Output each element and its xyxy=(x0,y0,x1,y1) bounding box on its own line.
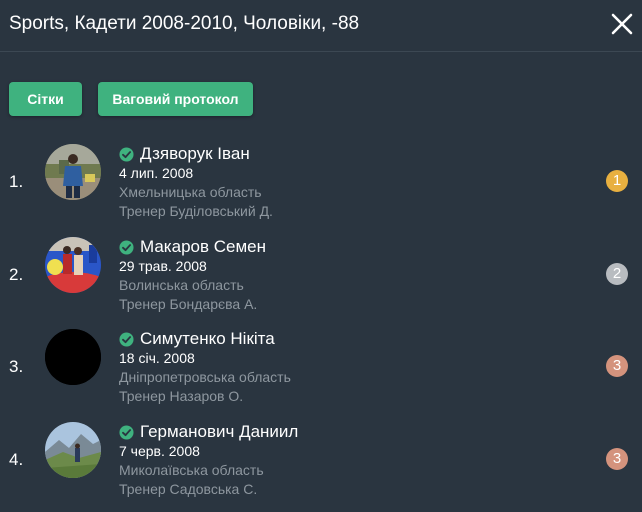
place-badge: 2 xyxy=(606,263,628,285)
birth-date: 18 січ. 2008 xyxy=(119,350,195,366)
birth-date: 4 лип. 2008 xyxy=(119,165,194,181)
athlete-name-line: Дзяворук Іван xyxy=(119,144,250,164)
coach: Тренер Садовська С. xyxy=(119,481,258,497)
avatar xyxy=(45,329,101,385)
athlete-name[interactable]: Дзяворук Іван xyxy=(140,144,250,164)
athlete-row[interactable]: 3. Симутенко Нікіта 18 січ. 2008 Дніпроп… xyxy=(0,329,642,419)
athlete-name[interactable]: Макаров Семен xyxy=(140,237,266,257)
rank-number: 4. xyxy=(9,450,24,469)
athlete-row[interactable]: 4. Германович Даниил 7 черв. 2008 Микола… xyxy=(0,422,642,512)
rank-number: 3. xyxy=(9,357,24,376)
coach: Тренер Назаров О. xyxy=(119,388,244,404)
coach: Тренер Бондарєва А. xyxy=(119,296,258,312)
athlete-name[interactable]: Германович Даниил xyxy=(140,422,298,442)
verified-check-icon xyxy=(119,331,134,347)
avatar xyxy=(45,237,101,293)
birth-date: 7 черв. 2008 xyxy=(119,443,200,459)
avatar xyxy=(45,422,101,478)
birth-date: 29 трав. 2008 xyxy=(119,258,207,274)
verified-check-icon xyxy=(119,146,134,162)
place-badge: 3 xyxy=(606,355,628,377)
athlete-name-line: Германович Даниил xyxy=(119,422,298,442)
grids-button[interactable]: Сітки xyxy=(9,82,82,116)
verified-check-icon xyxy=(119,424,134,440)
athlete-name-line: Симутенко Нікіта xyxy=(119,329,275,349)
coach: Тренер Буділовський Д. xyxy=(119,203,273,219)
region: Волинська область xyxy=(119,277,244,293)
avatar xyxy=(45,144,101,200)
weight-protocol-button[interactable]: Ваговий протокол xyxy=(98,82,253,116)
rank-number: 1. xyxy=(9,172,24,191)
modal-header: Sports, Кадети 2008-2010, Чоловіки, -88 xyxy=(0,0,642,52)
region: Хмельницька область xyxy=(119,184,262,200)
region: Дніпропетровська область xyxy=(119,369,291,385)
close-icon xyxy=(611,13,633,35)
close-button[interactable] xyxy=(608,10,636,38)
athlete-row[interactable]: 2. Макаров Семен 29 трав. 2008 Волинська… xyxy=(0,237,642,327)
rank-number: 2. xyxy=(9,265,24,284)
athlete-name[interactable]: Симутенко Нікіта xyxy=(140,329,275,349)
region: Миколаївська область xyxy=(119,462,264,478)
modal-title: Sports, Кадети 2008-2010, Чоловіки, -88 xyxy=(9,13,360,34)
verified-check-icon xyxy=(119,239,134,255)
athlete-row[interactable]: 1. Дзяворук Іван 4 лип. 2008 Хмельницька… xyxy=(0,144,642,234)
place-badge: 3 xyxy=(606,448,628,470)
athlete-name-line: Макаров Семен xyxy=(119,237,266,257)
place-badge: 1 xyxy=(606,170,628,192)
